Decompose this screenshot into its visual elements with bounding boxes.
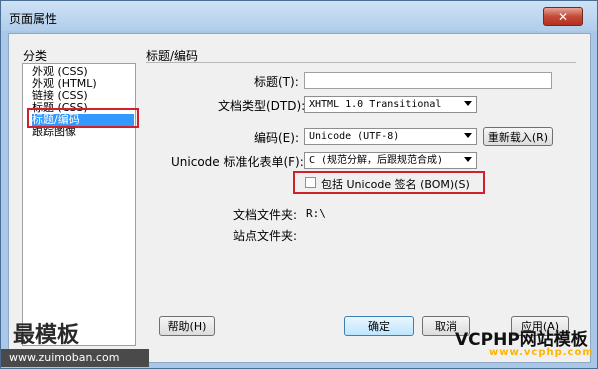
bom-checkbox-label[interactable]: 包括 Unicode 签名 (BOM)(S) xyxy=(321,176,470,192)
close-icon: ✕ xyxy=(557,9,569,24)
category-list[interactable]: 外观 (CSS) 外观 (HTML) 链接 (CSS) 标题 (CSS) 标题/… xyxy=(22,63,136,346)
watermark-right-url: www.vcphp.com xyxy=(489,347,594,358)
close-button[interactable]: ✕ xyxy=(543,7,583,26)
encoding-select-value: Unicode (UTF-8) xyxy=(309,131,400,142)
site-folder-label: 站点文件夹: xyxy=(233,229,298,243)
category-header: 分类 xyxy=(23,49,48,63)
encoding-select[interactable]: Unicode (UTF-8) xyxy=(304,128,477,145)
highlight-box-category xyxy=(27,108,139,128)
title-input[interactable] xyxy=(304,72,552,89)
chevron-down-icon xyxy=(464,157,472,162)
normalization-select[interactable]: C (规范分解，后跟规范合成) xyxy=(304,152,477,169)
chevron-down-icon xyxy=(464,133,472,138)
dialog-title: 页面属性 xyxy=(9,12,58,26)
help-button[interactable]: 帮助(H) xyxy=(159,316,215,336)
page-properties-dialog: 页面属性 ✕ 分类 外观 (CSS) 外观 (HTML) 链接 (CSS) 标题… xyxy=(0,0,598,369)
bom-checkbox[interactable] xyxy=(305,177,316,188)
watermark-left-text: 最模板 xyxy=(13,322,80,348)
normalization-label: Unicode 标准化表单(F): xyxy=(171,155,304,169)
reload-button[interactable]: 重新载入(R) xyxy=(483,127,553,146)
doctype-label: 文档类型(DTD): xyxy=(218,99,306,113)
doctype-select[interactable]: XHTML 1.0 Transitional xyxy=(304,96,477,113)
document-folder-label: 文档文件夹: xyxy=(233,208,298,222)
encoding-label: 编码(E): xyxy=(254,131,299,145)
title-label: 标题(T): xyxy=(254,75,299,89)
section-divider xyxy=(146,62,576,63)
chevron-down-icon xyxy=(464,101,472,106)
watermark-left-url: www.zuimoban.com xyxy=(1,349,149,367)
doctype-select-value: XHTML 1.0 Transitional xyxy=(309,99,442,110)
normalization-select-value: C (规范分解，后跟规范合成) xyxy=(309,155,444,166)
title-bar[interactable]: 页面属性 ✕ xyxy=(1,1,597,31)
ok-button[interactable]: 确定 xyxy=(344,316,414,336)
document-folder-value: R:\ xyxy=(306,207,326,220)
